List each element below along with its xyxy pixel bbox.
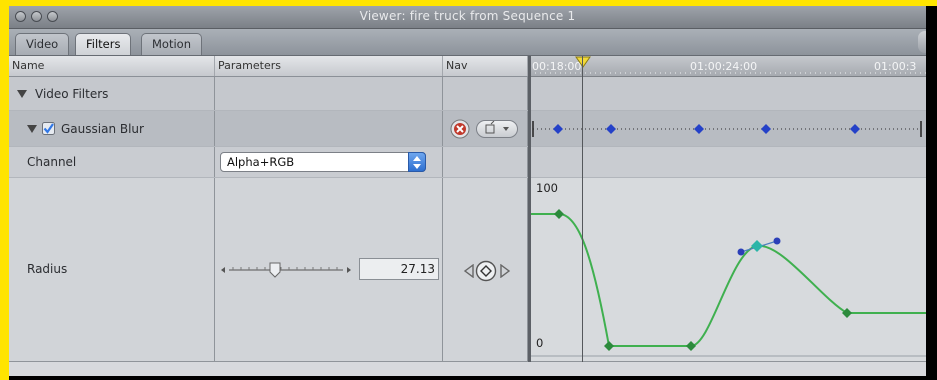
channel-params-cell: Alpha+RGB [215,147,443,177]
title-bar[interactable]: Viewer: fire truck from Sequence 1 [9,6,926,29]
channel-label: Channel [27,155,77,169]
radius-row: Radius 27.13 [9,178,528,362]
keyframe-menu-icon [485,121,509,134]
curve-keyframe-point[interactable] [842,308,852,318]
channel-name-cell: Channel [9,147,215,177]
gaussian-blur-timeline-track[interactable] [531,111,926,147]
radius-value-field[interactable]: 27.13 [359,258,439,280]
channel-select-value: Alpha+RGB [227,155,295,169]
channel-nav-cell [443,147,528,177]
curve-keyframe-point[interactable] [554,209,564,219]
video-filters-name-cell: Video Filters [9,77,215,110]
gaussian-blur-params-cell [215,111,443,146]
channel-row: Channel Alpha+RGB [9,147,528,178]
tab-motion[interactable]: Motion [141,33,202,55]
radius-label: Radius [27,262,68,276]
radius-curve [531,213,926,357]
radius-keyframe-graph[interactable]: 100 0 [531,178,926,362]
bottom-status-strip [9,362,926,376]
playhead-line[interactable] [582,56,583,362]
channel-timeline-track [531,147,926,178]
gaussian-blur-name-cell: Gaussian Blur [9,111,215,146]
reset-filter-button[interactable] [450,119,470,139]
playhead-marker-icon[interactable] [575,56,591,68]
bezier-handle[interactable] [773,237,781,245]
previous-keyframe-icon[interactable] [463,264,475,278]
video-filters-nav-cell [443,77,528,110]
gaussian-blur-nav-cell [443,111,528,146]
add-keyframe-button[interactable] [475,260,497,282]
ruler-tick-label: 01:00:3 [874,60,917,73]
radius-nav-cell [443,178,528,361]
video-filters-params-cell [215,77,443,110]
column-header-parameters[interactable]: Parameters [215,56,443,76]
radius-params-cell: 27.13 [215,178,443,361]
radius-slider[interactable] [221,260,351,280]
video-filters-timeline-track[interactable] [531,77,926,111]
filter-keyframe-track [532,121,922,137]
tab-strip: Video Filters Motion [9,29,926,56]
keyframe-menu-button[interactable] [476,120,518,138]
keyframe-marker[interactable] [606,124,616,134]
curve-keyframe-point[interactable] [604,341,614,351]
keyframe-marker[interactable] [553,124,563,134]
ruler-tick-label: 00:18:00 [532,60,582,73]
up-down-arrows-icon [413,156,421,169]
viewer-window: Viewer: fire truck from Sequence 1 Video… [9,6,926,376]
gaussian-blur-label: Gaussian Blur [61,122,144,136]
keyframe-marker[interactable] [694,124,704,134]
tab-video[interactable]: Video [15,33,70,55]
ruler-tick-label: 01:00:24:00 [690,60,758,73]
window-resize-control[interactable] [918,31,926,53]
screenshot-frame: Viewer: fire truck from Sequence 1 Video… [0,0,937,380]
next-keyframe-icon[interactable] [499,264,511,278]
highlight-border-left [0,0,9,380]
column-header-nav[interactable]: Nav [443,56,528,76]
column-header-name[interactable]: Name [9,56,215,76]
gaussian-blur-row[interactable]: Gaussian Blur [9,111,528,147]
channel-select[interactable]: Alpha+RGB [220,152,426,172]
timeline-divider[interactable] [528,56,531,362]
radius-name-cell: Radius [9,178,215,361]
enable-checkbox-icon[interactable] [42,122,55,135]
tab-filters[interactable]: Filters [75,33,132,55]
disclosure-triangle-icon[interactable] [17,90,27,98]
curve-keyframe-point-selected[interactable] [751,240,763,252]
slider-track [221,267,351,273]
channel-select-stepper [408,152,426,172]
disclosure-triangle-icon[interactable] [27,125,37,133]
window-title: Viewer: fire truck from Sequence 1 [359,9,576,23]
curve-keyframe-point[interactable] [686,341,696,351]
keyframe-marker[interactable] [761,124,771,134]
video-filters-row[interactable]: Video Filters [9,77,528,111]
slider-thumb-icon[interactable] [269,262,281,278]
video-filters-label: Video Filters [35,87,109,101]
bezier-handle[interactable] [737,248,745,256]
keyframe-marker[interactable] [850,124,860,134]
timeline-ruler[interactable]: 00:18:00 01:00:24:00 01:00:3 [530,56,926,77]
